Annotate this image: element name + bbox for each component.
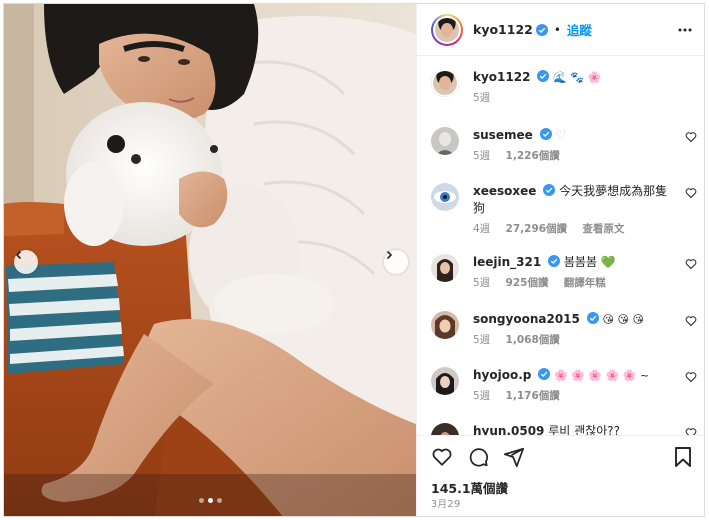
comments-list[interactable]: kyo1122 🌊 🐾 🌸 5週 susemee ♡ 5週 1,226個讚 xe… — [417, 57, 704, 435]
heart-icon[interactable] — [685, 187, 697, 199]
verified-badge-icon — [548, 255, 561, 267]
follow-button[interactable]: 追蹤 — [567, 20, 592, 39]
carousel-dot — [198, 498, 204, 503]
commenter-avatar[interactable] — [431, 367, 459, 395]
striped-blanket — [6, 262, 124, 374]
comment-likes[interactable]: 1,176個讚 — [506, 390, 560, 402]
caption-time: 5週 — [473, 92, 491, 104]
caption-username[interactable]: kyo1122 — [473, 70, 530, 84]
commenter-avatar[interactable] — [431, 311, 459, 339]
see-translation-button[interactable]: 翻譯年糕 — [564, 277, 606, 289]
commenter-avatar[interactable] — [431, 183, 459, 211]
comment-username[interactable]: songyoona2015 — [473, 312, 580, 326]
heart-icon[interactable] — [685, 131, 697, 143]
post-window: kyo1122 • 追蹤 kyo1122 🌊 🐾 🌸 5週 susemee ♡ … — [3, 3, 705, 517]
post-photo[interactable] — [4, 4, 416, 516]
comment-username[interactable]: leejin_321 — [473, 255, 541, 269]
commenter-avatar[interactable] — [431, 254, 459, 282]
verified-badge-icon — [539, 128, 552, 140]
comment-text: 🌸 🌸 🌸 🌸 🌸 ~ — [554, 369, 650, 382]
comment-body: leejin_321 봄봄봄 💚 5週 925個讚 翻譯年糕 — [473, 254, 673, 292]
comment-time: 5週 — [473, 150, 491, 162]
verified-badge-icon — [537, 70, 550, 82]
heart-icon[interactable] — [685, 315, 697, 327]
verified-badge-icon — [538, 368, 551, 380]
caption-body: kyo1122 🌊 🐾 🌸 5週 — [473, 69, 673, 107]
comment-text: 루비 괜찮아?? — [548, 424, 621, 435]
action-icons — [431, 446, 525, 468]
more-icon[interactable] — [677, 22, 693, 38]
comment-body: hyun.0509 루비 괜찮아?? — [473, 423, 673, 435]
share-icon[interactable] — [503, 446, 525, 468]
verified-badge-icon — [543, 184, 556, 196]
post-date: 3月29 — [431, 499, 461, 510]
comment-likes[interactable]: 925個讚 — [506, 277, 549, 289]
verified-badge-icon — [586, 312, 599, 324]
comment-body: hyojoo.p 🌸 🌸 🌸 🌸 🌸 ~ 5週 1,176個讚 — [473, 367, 673, 405]
comment-meta: 4週 27,296個讚 查看原文 — [473, 221, 673, 238]
caption-meta: 5週 — [473, 90, 673, 107]
carousel-dot-active — [207, 498, 213, 503]
heart-icon[interactable] — [685, 427, 697, 435]
comment-username[interactable]: hyojoo.p — [473, 368, 531, 382]
comment-time: 5週 — [473, 277, 491, 289]
see-translation-button[interactable]: 查看原文 — [582, 223, 624, 235]
comment-likes[interactable]: 1,226個讚 — [506, 150, 560, 162]
heart-icon[interactable] — [685, 258, 697, 270]
comment-likes[interactable]: 27,296個讚 — [506, 223, 568, 235]
post-details-panel: kyo1122 • 追蹤 kyo1122 🌊 🐾 🌸 5週 susemee ♡ … — [416, 4, 704, 516]
comment-body: songyoona2015 😘 😘 😘 5週 1,068個讚 — [473, 311, 673, 349]
comment-text: 봄봄봄 💚 — [563, 255, 616, 269]
caption-avatar[interactable] — [431, 69, 459, 97]
commenter-avatar[interactable] — [431, 127, 459, 155]
comment-meta: 5週 1,226個讚 — [473, 148, 673, 165]
post-header: kyo1122 • 追蹤 — [417, 4, 704, 56]
photo-illustration — [4, 4, 416, 516]
comment-username[interactable]: hyun.0509 — [473, 424, 544, 435]
carousel-dot — [216, 498, 222, 503]
comment-likes[interactable]: 1,068個讚 — [506, 334, 560, 346]
avatar-image — [433, 71, 457, 95]
comment-text: ♡ — [555, 128, 567, 142]
comment-meta: 5週 1,068個讚 — [473, 332, 673, 349]
carousel-dots — [4, 498, 416, 503]
comment-meta: 5週 925個讚 翻譯年糕 — [473, 275, 673, 292]
comment-time: 5週 — [473, 390, 491, 402]
comment-time: 4週 — [473, 223, 491, 235]
comment-body: xeesoxee 今天我夢想成為那隻狗 4週 27,296個讚 查看原文 — [473, 183, 673, 238]
carousel-next-button[interactable] — [384, 250, 408, 274]
heart-icon[interactable] — [431, 446, 453, 468]
comment-icon[interactable] — [467, 446, 489, 468]
comment-text: 😘 😘 😘 — [602, 313, 644, 326]
avatar-image — [435, 17, 459, 42]
post-actions: 145.1萬個讚 3月29 — [417, 435, 704, 516]
chevron-left-icon — [15, 250, 22, 260]
caption-text: 🌊 🐾 🌸 — [553, 71, 602, 84]
comment-meta: 5週 1,176個讚 — [473, 388, 673, 405]
commenter-avatar[interactable] — [431, 423, 459, 435]
likes-count[interactable]: 145.1萬個讚 — [431, 478, 508, 497]
comment-time: 5週 — [473, 334, 491, 346]
heart-icon[interactable] — [685, 371, 697, 383]
save-icon[interactable] — [673, 446, 693, 468]
comment-body: susemee ♡ 5週 1,226個讚 — [473, 127, 673, 165]
verified-badge-icon — [535, 23, 548, 36]
carousel-prev-button[interactable] — [14, 250, 38, 274]
author-username[interactable]: kyo1122 — [473, 22, 533, 37]
comment-username[interactable]: xeesoxee — [473, 184, 536, 198]
comment-username[interactable]: susemee — [473, 128, 533, 142]
chevron-right-icon — [386, 250, 393, 260]
follow-separator: • — [553, 22, 561, 37]
author-avatar[interactable] — [431, 13, 463, 46]
